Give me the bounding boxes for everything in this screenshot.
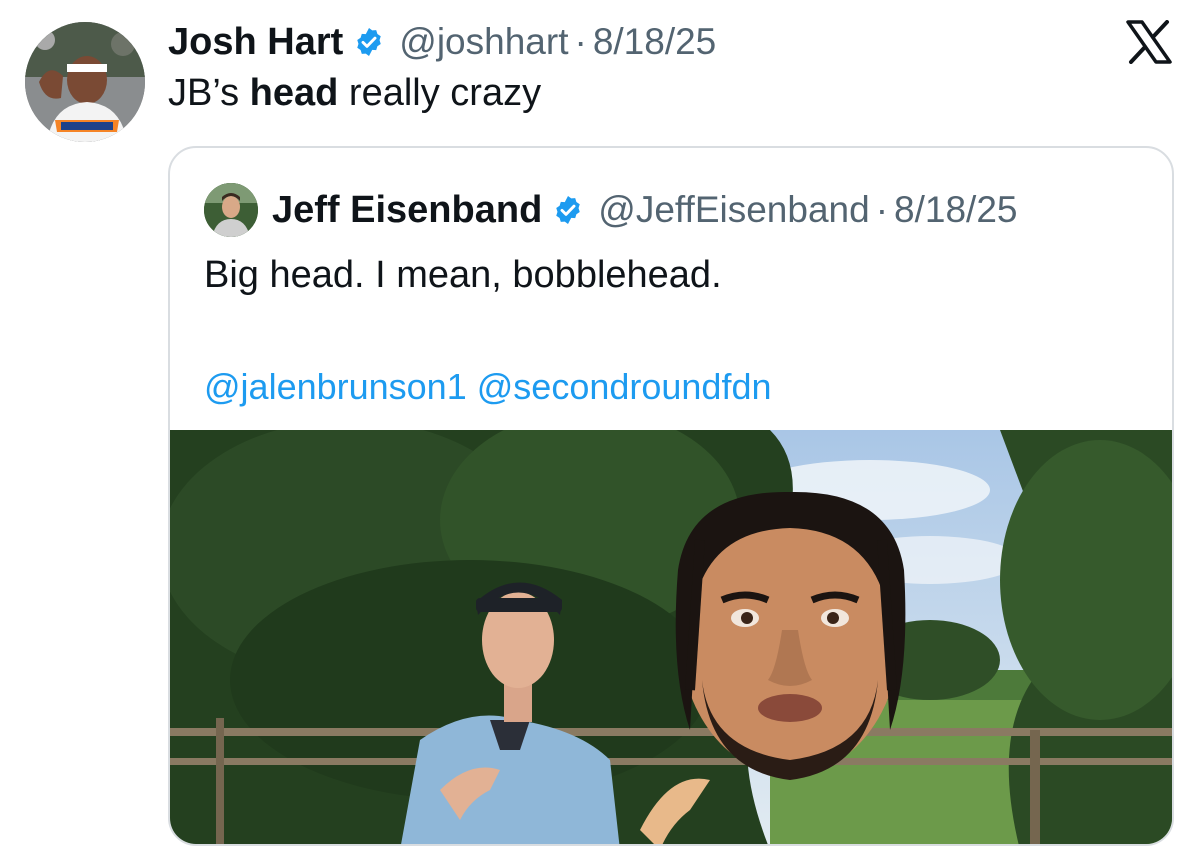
author-avatar[interactable] [25, 22, 145, 142]
quoted-tweet-text: Big head. I mean, bobblehead. [204, 254, 722, 296]
separator-dot: · [574, 21, 587, 62]
tweet-header: Josh Hart @joshhart · 8/18/25 [168, 16, 716, 68]
author-name[interactable]: Josh Hart [168, 21, 343, 64]
tweet-text: JB’s head really crazy [168, 72, 541, 115]
tweet-date[interactable]: 8/18/25 [593, 21, 716, 63]
x-logo-icon[interactable] [1126, 20, 1172, 64]
mention-link[interactable]: @jalenbrunson1 [204, 366, 467, 407]
mention-link[interactable]: @secondroundfdn [477, 366, 772, 407]
tweet-text-bold: head [249, 72, 339, 114]
verified-badge-icon [552, 194, 584, 226]
photo-icon[interactable] [170, 430, 1172, 844]
quoted-tweet-date[interactable]: 8/18/25 [894, 189, 1017, 231]
tweet-text-start: JB’s [168, 72, 250, 114]
quoted-author-avatar[interactable] [204, 183, 258, 237]
quoted-author-handle[interactable]: @JeffEisenband [598, 189, 869, 231]
tweet-text-end: really crazy [338, 72, 542, 114]
separator-dot: · [875, 189, 889, 230]
quoted-tweet-header: Jeff Eisenband @JeffEisenband · 8/18/25 [204, 180, 1017, 240]
quoted-tweet-card[interactable]: Jeff Eisenband @JeffEisenband · 8/18/25 … [168, 146, 1174, 846]
quoted-author-name[interactable]: Jeff Eisenband [272, 189, 542, 232]
author-handle[interactable]: @joshhart [399, 21, 568, 63]
quoted-tweet-mentions: @jalenbrunson1 @secondroundfdn [204, 366, 772, 408]
verified-badge-icon [353, 26, 385, 58]
